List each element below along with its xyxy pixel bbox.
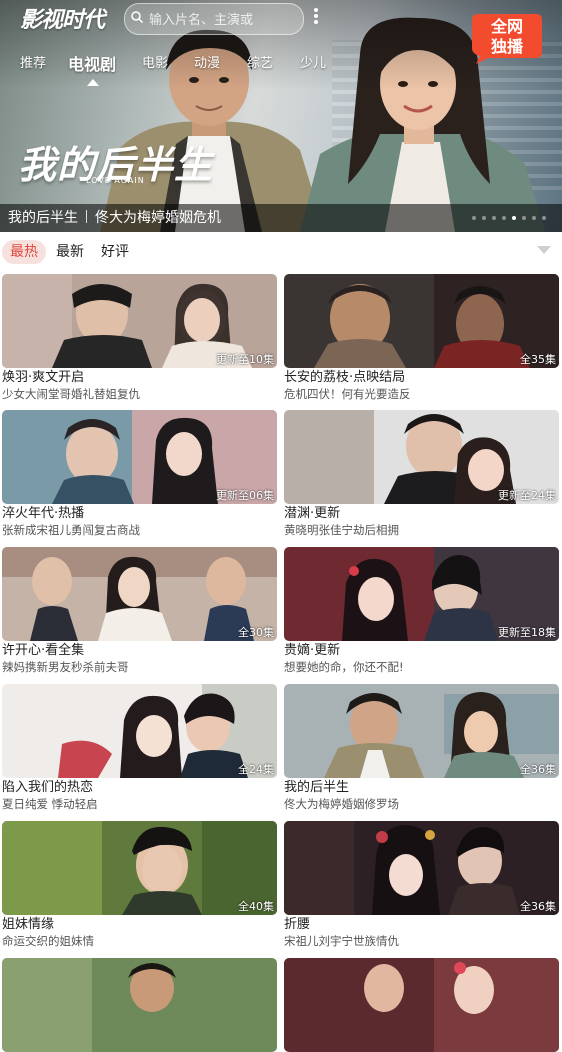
- hero-banner[interactable]: 影视时代 输入片名、主演或 推荐 电视剧 电影 动漫 综艺 少儿 全网 独播 我…: [0, 0, 562, 232]
- expand-filter-icon[interactable]: [537, 246, 551, 254]
- carousel-dot[interactable]: [492, 216, 496, 220]
- drama-thumbnail[interactable]: 更新至10集: [2, 274, 277, 368]
- banner-caption-title: 我的后半生: [8, 210, 78, 226]
- search-icon: [131, 11, 143, 23]
- sort-bar: 最热 最新 好评: [0, 232, 562, 270]
- drama-desc: 少女大闹堂哥婚礼替姐复仇: [2, 387, 140, 401]
- tab-recommend[interactable]: 推荐: [20, 52, 46, 71]
- banner-caption-desc: 佟大为梅婷婚姻危机: [95, 210, 221, 226]
- carousel-indicator[interactable]: [472, 216, 546, 220]
- drama-title: 我的后半生: [284, 780, 350, 795]
- caption-divider: [86, 210, 87, 223]
- episode-count: 全35集: [520, 353, 556, 366]
- tab-anime[interactable]: 动漫: [194, 52, 220, 71]
- drama-thumbnail[interactable]: 全35集: [284, 274, 559, 368]
- drama-desc: 辣妈携新男友秒杀前夫哥: [2, 660, 129, 674]
- episode-count: 更新至10集: [216, 353, 274, 366]
- exclusive-badge: 全网 独播: [470, 12, 544, 64]
- episode-count: 全36集: [520, 900, 556, 913]
- drama-title: 陷入我们的热恋: [2, 780, 94, 795]
- drama-title: 姐妹情缘: [2, 917, 55, 932]
- drama-thumbnail[interactable]: 全36集: [284, 684, 559, 778]
- episode-count: 全30集: [238, 626, 274, 639]
- drama-desc: 危机四伏！何有光要造反: [284, 387, 411, 401]
- sort-newest[interactable]: 最新: [56, 240, 84, 264]
- drama-title: 淬火年代·热播: [2, 506, 85, 521]
- carousel-dot[interactable]: [502, 216, 506, 220]
- episode-count: 更新至06集: [216, 489, 274, 502]
- episode-count: 更新至24集: [498, 489, 556, 502]
- drama-thumbnail[interactable]: [2, 958, 277, 1052]
- drama-thumbnail[interactable]: 全40集: [2, 821, 277, 915]
- banner-caption[interactable]: 我的后半生 佟大为梅婷婚姻危机: [8, 206, 221, 230]
- drama-title: 许开心·看全集: [2, 643, 85, 658]
- drama-title: 贵嫡·更新: [284, 643, 341, 658]
- search-placeholder: 输入片名、主演或: [149, 13, 254, 28]
- drama-desc: 黄晓明张佳宁劫后相拥: [284, 523, 399, 537]
- carousel-dot[interactable]: [482, 216, 486, 220]
- drama-thumbnail[interactable]: 更新至18集: [284, 547, 559, 641]
- drama-desc: 佟大为梅婷婚姻修罗场: [284, 797, 399, 811]
- tab-variety[interactable]: 综艺: [247, 52, 273, 71]
- tab-kids[interactable]: 少儿: [300, 52, 326, 71]
- carousel-dot[interactable]: [532, 216, 536, 220]
- drama-title: 折腰: [284, 917, 311, 932]
- drama-desc: 想要她的命，你还不配!: [284, 660, 404, 674]
- carousel-dot[interactable]: [542, 216, 546, 220]
- drama-desc: 夏日纯爱 悸动轻启: [2, 797, 98, 811]
- episode-count: 更新至18集: [498, 626, 556, 639]
- drama-title: 潜渊·更新: [284, 506, 341, 521]
- banner-title-art-sub: LOVE AGAIN: [86, 176, 145, 185]
- drama-desc: 命运交织的姐妹情: [2, 934, 94, 948]
- tab-tv-series[interactable]: 电视剧: [68, 51, 116, 75]
- episode-count: 全36集: [520, 763, 556, 776]
- carousel-dot[interactable]: [472, 216, 476, 220]
- drama-title: 焕羽·爽文开启: [2, 370, 85, 385]
- drama-thumbnail[interactable]: [284, 958, 559, 1052]
- badge-text: 全网 独播: [490, 17, 523, 56]
- sort-hot[interactable]: 最热: [2, 240, 46, 264]
- sort-top-rated[interactable]: 好评: [101, 240, 129, 264]
- carousel-dot[interactable]: [522, 216, 526, 220]
- carousel-dot[interactable]: [512, 216, 516, 220]
- active-tab-indicator: [87, 79, 99, 86]
- app-logo[interactable]: 影视时代: [20, 2, 105, 34]
- drama-thumbnail[interactable]: 全24集: [2, 684, 277, 778]
- drama-thumbnail[interactable]: 更新至24集: [284, 410, 559, 504]
- drama-title: 长安的荔枝·点映结局: [284, 370, 406, 385]
- drama-desc: 张新成宋祖儿勇闯复古商战: [2, 523, 140, 537]
- episode-count: 全24集: [238, 763, 274, 776]
- episode-count: 全40集: [238, 900, 274, 913]
- more-icon[interactable]: [313, 8, 319, 26]
- tab-movie[interactable]: 电影: [142, 52, 168, 71]
- search-box[interactable]: 输入片名、主演或: [124, 3, 304, 35]
- drama-desc: 宋祖儿刘宇宁世族情仇: [284, 934, 399, 948]
- drama-thumbnail[interactable]: 更新至06集: [2, 410, 277, 504]
- drama-thumbnail[interactable]: 全36集: [284, 821, 559, 915]
- drama-thumbnail[interactable]: 全30集: [2, 547, 277, 641]
